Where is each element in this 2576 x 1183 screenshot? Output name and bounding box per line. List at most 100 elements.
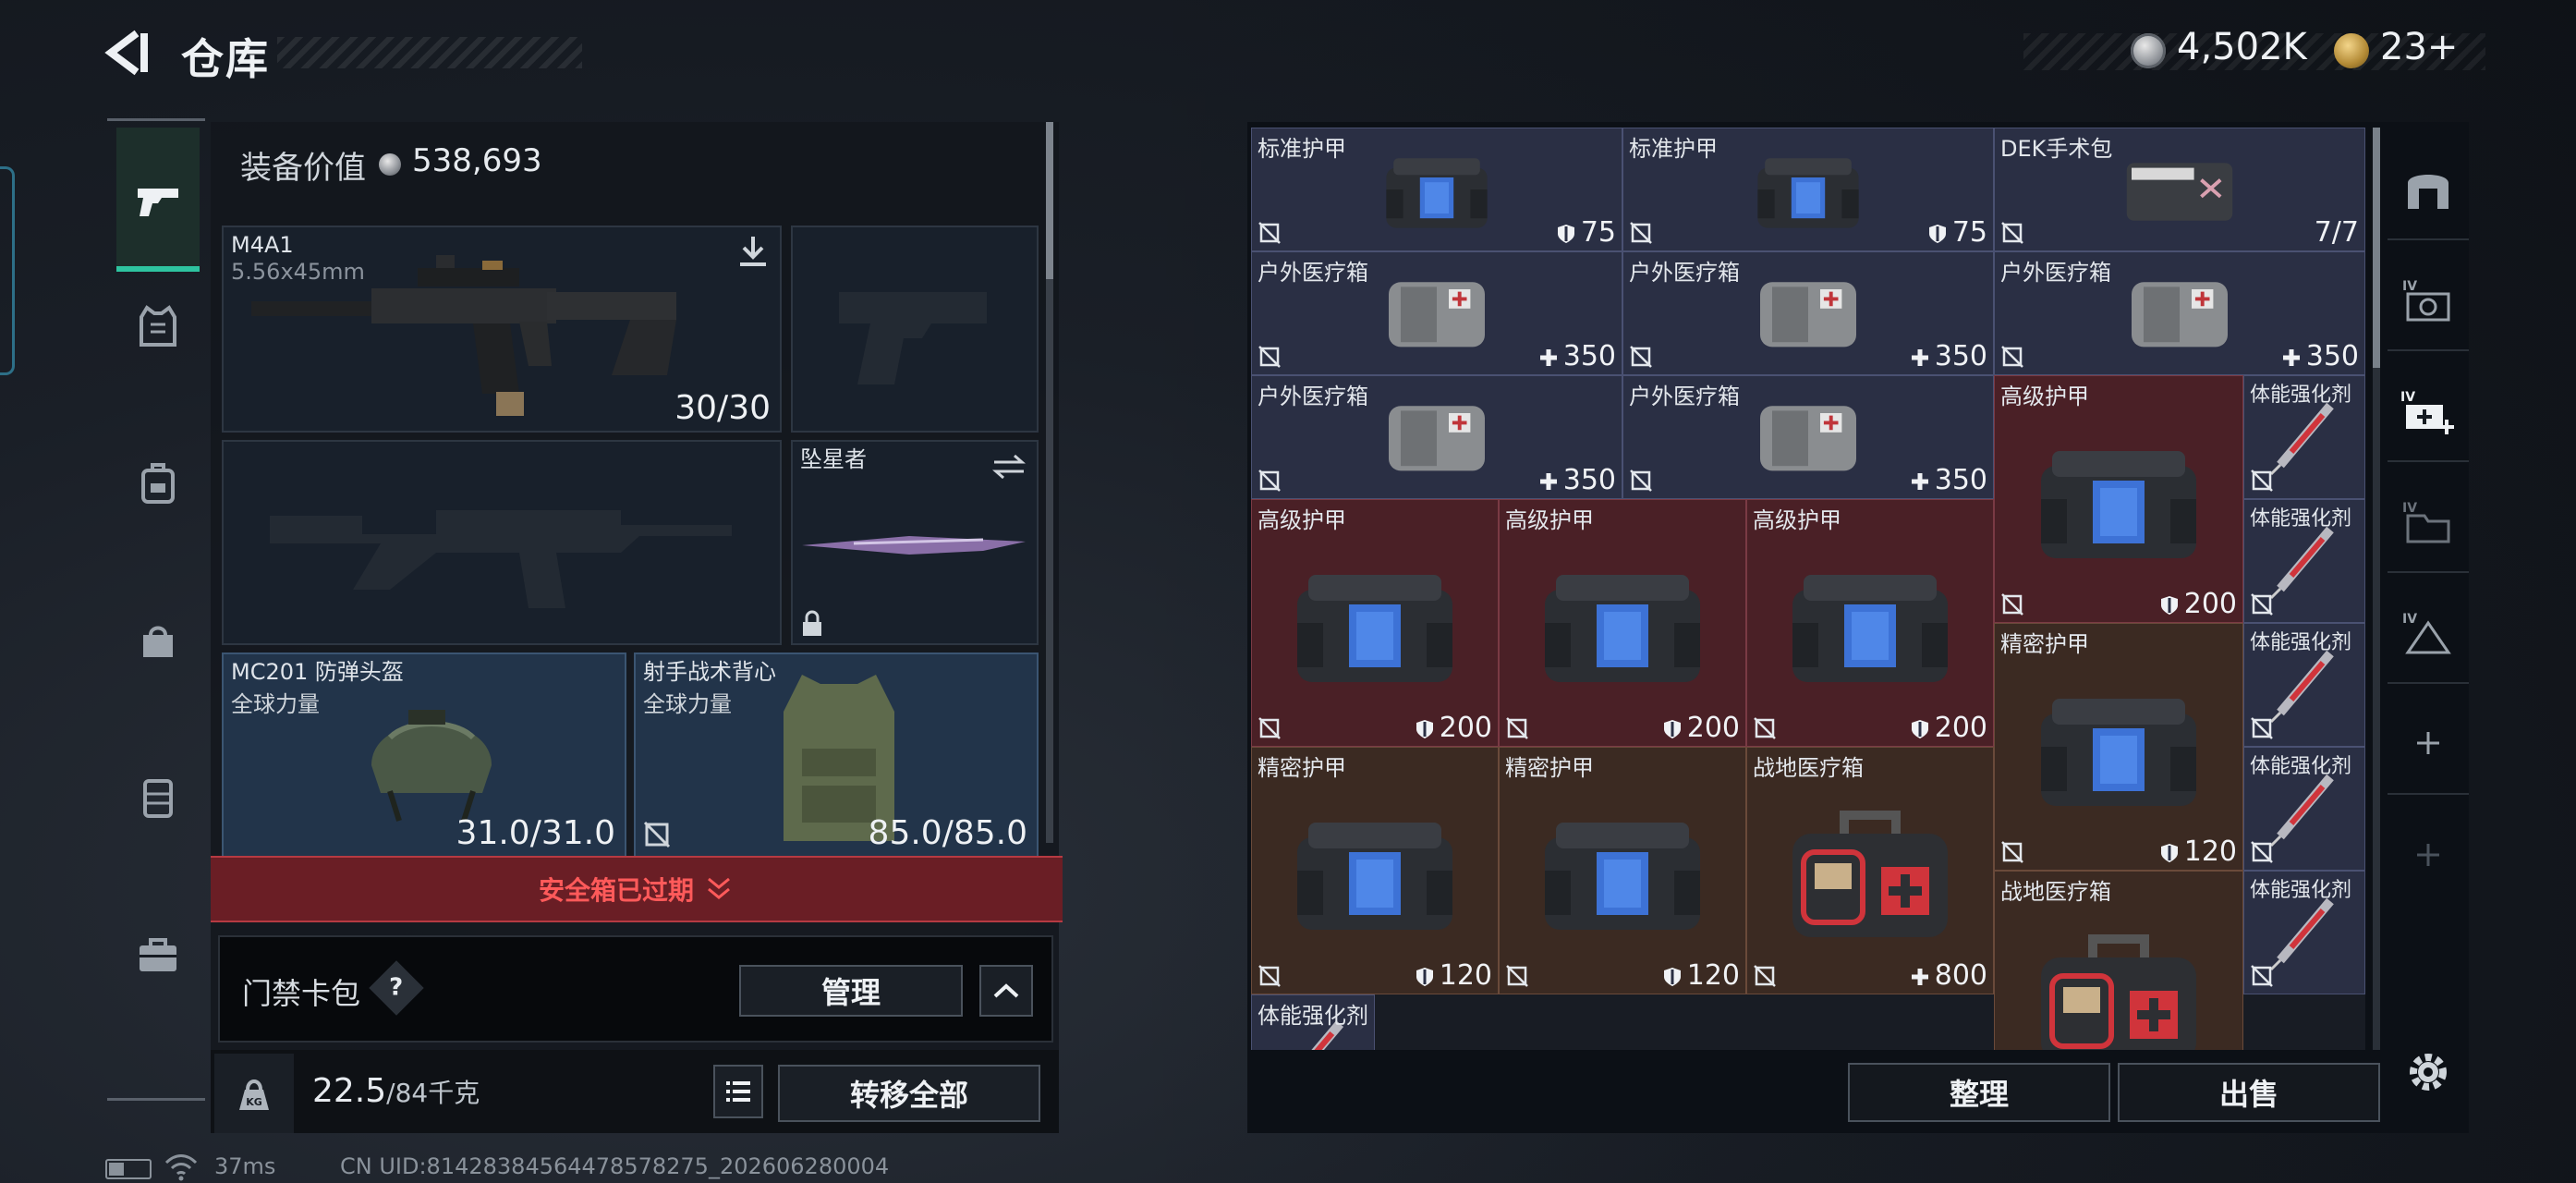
stash-item-syringe[interactable]: 体能强化剂 bbox=[2243, 375, 2365, 499]
tabs-divider-bottom bbox=[107, 1098, 205, 1101]
tab-armor[interactable] bbox=[116, 285, 200, 368]
stash-item[interactable]: 战地医疗箱 800 bbox=[1746, 747, 1994, 994]
no-insure-icon bbox=[2251, 841, 2273, 863]
firstaid-image bbox=[2041, 934, 2196, 1050]
gold-currency-amount[interactable]: 23+ bbox=[2380, 26, 2458, 68]
tab-weapons[interactable] bbox=[116, 128, 200, 272]
equipment-value: 538,693 bbox=[412, 142, 542, 179]
back-arrow-icon bbox=[104, 30, 148, 76]
stash-item[interactable]: 户外医疗箱 350 bbox=[1251, 251, 1622, 375]
no-insure-icon bbox=[1630, 470, 1652, 492]
item-stat-value: 200 bbox=[1934, 712, 1987, 744]
item-name: 精密护甲 bbox=[1258, 755, 1346, 781]
tab-case[interactable] bbox=[116, 756, 200, 839]
stash-item[interactable]: 户外医疗箱 350 bbox=[1622, 251, 1994, 375]
item-name: 精密护甲 bbox=[2000, 631, 2089, 657]
item-stat-value: 75 bbox=[1580, 216, 1616, 249]
primary-weapon-slot[interactable]: M4A1 5.56x45mm 30/30 bbox=[222, 226, 782, 433]
stash-item[interactable]: 高级护甲 200 bbox=[1746, 499, 1994, 747]
stash-item[interactable]: 户外医疗箱 350 bbox=[1994, 251, 2365, 375]
add-stash-page[interactable] bbox=[2388, 693, 2469, 795]
item-stat: 75 bbox=[1926, 216, 1987, 249]
shield-icon bbox=[2160, 843, 2178, 862]
stash-page-medical[interactable]: IV bbox=[2388, 360, 2469, 462]
pouch-image bbox=[2126, 163, 2233, 221]
item-stat-value: 75 bbox=[1951, 216, 1987, 249]
bag-image bbox=[1386, 158, 1488, 228]
network-ping: 37ms bbox=[214, 1153, 276, 1179]
safebox-expired-banner[interactable]: 安全箱已过期 bbox=[211, 856, 1063, 922]
stash-item[interactable]: 户外医疗箱 350 bbox=[1251, 375, 1622, 499]
stash-item[interactable]: 高级护甲 200 bbox=[1251, 499, 1499, 747]
title-decoration bbox=[277, 37, 582, 68]
svg-text:IV: IV bbox=[2402, 612, 2417, 627]
heal-plus-icon bbox=[1539, 472, 1557, 490]
stash-item[interactable]: 精密护甲 120 bbox=[1994, 623, 2243, 871]
tab-backpack[interactable] bbox=[116, 442, 200, 525]
plus-icon bbox=[2417, 732, 2439, 754]
stash-item[interactable]: 标准护甲 75 bbox=[1622, 128, 1994, 251]
gold-currency-value: 23 bbox=[2380, 26, 2427, 68]
bigbag-image bbox=[1297, 575, 1452, 682]
tab-toolbox[interactable] bbox=[116, 913, 200, 996]
stash-item[interactable]: 高级护甲 200 bbox=[1994, 375, 2243, 623]
stash-item[interactable]: 标准护甲 75 bbox=[1251, 128, 1622, 251]
no-insure-icon bbox=[1630, 346, 1652, 368]
transfer-all-button[interactable]: 转移全部 bbox=[778, 1065, 1040, 1122]
stash-item-syringe[interactable]: 体能强化剂 bbox=[2243, 871, 2365, 994]
item-stat: 120 bbox=[2158, 835, 2237, 868]
keycard-bag-label: 门禁卡包 bbox=[242, 976, 361, 1011]
back-button[interactable] bbox=[103, 26, 157, 79]
briefcase-icon bbox=[140, 938, 176, 971]
stash-item[interactable]: 户外医疗箱 350 bbox=[1622, 375, 1994, 499]
gear-icon[interactable] bbox=[2400, 1044, 2456, 1100]
stash-item[interactable]: 体能强化剂 bbox=[1251, 994, 1375, 1050]
stash-item-syringe[interactable]: 体能强化剂 bbox=[2243, 623, 2365, 747]
helmet-slot[interactable]: MC201 防弹头盔 全球力量 31.0/31.0 bbox=[222, 652, 626, 858]
stash-item[interactable]: 精密护甲 120 bbox=[1251, 747, 1499, 994]
item-stat-value: 120 bbox=[1686, 959, 1740, 992]
no-insure-icon bbox=[1506, 717, 1528, 739]
vest-faction: 全球力量 bbox=[643, 691, 732, 717]
melee-slot[interactable]: 坠星者 bbox=[791, 440, 1039, 645]
item-name: 高级护甲 bbox=[1505, 507, 1594, 533]
no-insure-icon bbox=[2001, 346, 2023, 368]
stash-item[interactable]: 高级护甲 200 bbox=[1499, 499, 1746, 747]
sell-button[interactable]: 出售 bbox=[2118, 1063, 2380, 1122]
swap-icon[interactable] bbox=[990, 453, 1027, 481]
collapse-button[interactable] bbox=[979, 965, 1033, 1017]
rifle-silhouette bbox=[270, 510, 732, 608]
sort-button[interactable]: 整理 bbox=[1848, 1063, 2110, 1122]
list-view-button[interactable] bbox=[713, 1065, 763, 1118]
stash-page-4[interactable]: IV bbox=[2388, 582, 2469, 684]
equipment-scrollbar-thumb[interactable] bbox=[1046, 122, 1053, 279]
stash-item[interactable]: 精密护甲 120 bbox=[1499, 747, 1746, 994]
user-uid: CN UID:81428384564478578275_202606280004 bbox=[340, 1153, 890, 1179]
melee-name: 坠星者 bbox=[800, 446, 867, 472]
carry-weight-max: /84千克 bbox=[386, 1078, 480, 1108]
stash-item-syringe[interactable]: 体能强化剂 bbox=[2243, 499, 2365, 623]
item-name: 体能强化剂 bbox=[2250, 879, 2352, 902]
stash-page-main[interactable] bbox=[2388, 139, 2469, 240]
add-gold-icon[interactable]: + bbox=[2427, 26, 2459, 68]
download-icon[interactable] bbox=[737, 235, 769, 268]
secondary-weapon-slot[interactable] bbox=[791, 226, 1039, 433]
helmet-durability: 31.0/31.0 bbox=[456, 814, 615, 852]
stash-item-syringe[interactable]: 体能强化剂 bbox=[2243, 747, 2365, 871]
tab-pouch[interactable] bbox=[116, 599, 200, 682]
stash-scrollbar-thumb[interactable] bbox=[2373, 128, 2380, 368]
stash-item[interactable]: DEK手术包 7/7 bbox=[1994, 128, 2365, 251]
primary-weapon-slot-2[interactable] bbox=[222, 440, 782, 645]
stash-page-1[interactable]: IV bbox=[2388, 250, 2469, 351]
helmet-name: MC201 防弹头盔 bbox=[231, 659, 404, 685]
stash-item[interactable]: 战地医疗箱 bbox=[1994, 871, 2243, 1050]
stash-page-3[interactable]: IV bbox=[2388, 471, 2469, 573]
vest-slot[interactable]: 射手战术背心 全球力量 85.0/85.0 bbox=[634, 652, 1039, 858]
item-stat: 350 bbox=[1537, 464, 1616, 496]
no-insure-icon bbox=[1258, 965, 1281, 987]
no-insure-icon bbox=[1258, 346, 1281, 368]
item-name: 体能强化剂 bbox=[2250, 384, 2352, 407]
item-name: 高级护甲 bbox=[2000, 384, 2089, 409]
no-insure-icon bbox=[1630, 222, 1652, 244]
manage-button[interactable]: 管理 bbox=[739, 965, 963, 1017]
